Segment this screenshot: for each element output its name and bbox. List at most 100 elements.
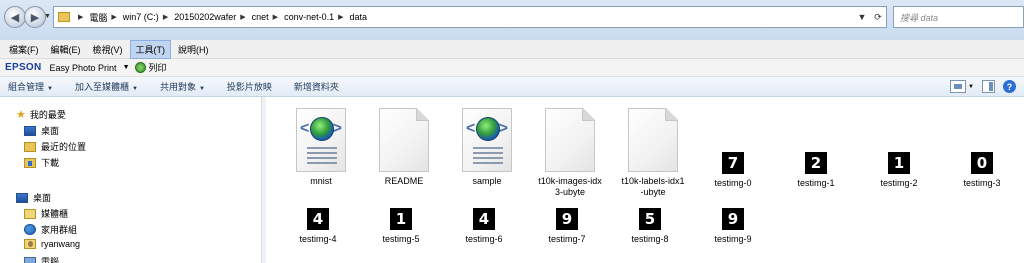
file-name: testimg-2 <box>880 178 918 188</box>
nav-item-libraries[interactable]: 媒體櫃 <box>24 207 68 220</box>
folder-icon <box>58 12 70 22</box>
image-thumbnail: 0 <box>971 152 993 174</box>
file-name-line1: t10k-labels-idx1 <box>621 176 685 186</box>
breadcrumb-item-current[interactable]: data <box>349 12 367 22</box>
print-icon <box>134 62 146 73</box>
desktop-icon <box>24 125 36 136</box>
nav-item-homegroup[interactable]: 家用群組 <box>24 223 77 236</box>
file-name-line2: 3-ubyte <box>554 187 586 197</box>
back-button[interactable]: ◀ <box>4 6 26 28</box>
menu-tools[interactable]: 工具(T) <box>129 39 171 59</box>
nav-item-computer[interactable]: 電腦 <box>24 255 59 263</box>
image-thumbnail: 4 <box>473 208 495 230</box>
organize-button[interactable]: 組合管理 ▼ <box>8 80 53 93</box>
file-item[interactable]: 1 testimg-5 <box>368 208 434 245</box>
file-item[interactable]: t10k-images-idx 3-ubyte <box>530 108 610 198</box>
breadcrumb-item[interactable]: win7 (C:) ▶ <box>123 12 174 22</box>
file-item[interactable]: 2 testimg-1 <box>783 152 849 189</box>
nav-item-desktop-fav[interactable]: 桌面 <box>24 124 59 137</box>
preview-pane-icon[interactable] <box>982 80 995 93</box>
nav-item-downloads[interactable]: 下載 <box>24 156 59 169</box>
menu-edit[interactable]: 編輯(E) <box>46 41 86 58</box>
search-placeholder: 搜尋 data <box>900 12 939 23</box>
file-list: < > mnist README < > sample t10k-images-id… <box>266 97 1024 263</box>
view-options-dropdown[interactable]: ▼ <box>968 84 974 90</box>
nav-item-recent-places[interactable]: 最近的位置 <box>24 140 86 153</box>
file-item[interactable]: 1 testimg-2 <box>866 152 932 189</box>
image-thumbnail: 1 <box>888 152 910 174</box>
file-name: testimg-8 <box>631 234 669 244</box>
nav-favorites[interactable]: ★ 我的最愛 <box>16 108 66 121</box>
image-thumbnail: 4 <box>307 208 329 230</box>
image-thumbnail: 7 <box>722 152 744 174</box>
navigation-pane: ★ 我的最愛 桌面 最近的位置 下載 桌面 媒體櫃 家用群組 ryanwang … <box>0 97 262 263</box>
share-with-button[interactable]: 共用對象 ▼ <box>160 80 205 93</box>
file-name: sample <box>472 176 502 186</box>
file-name: testimg-4 <box>299 234 337 244</box>
file-item[interactable]: 4 testimg-6 <box>451 208 517 245</box>
desktop-icon <box>16 192 28 203</box>
breadcrumb-root-chevron[interactable]: ▶ <box>74 13 89 21</box>
slide-show-button[interactable]: 投影片放映 <box>227 80 272 93</box>
html-file-icon: < > <box>462 108 512 172</box>
menu-bar: 檔案(F) 編輯(E) 檢視(V) 工具(T) 說明(H) <box>0 39 1024 59</box>
recent-pages-dropdown[interactable]: ▼ <box>44 13 51 20</box>
address-bar[interactable]: ▶ 電腦 ▶ win7 (C:) ▶ 20150202wafer ▶ cnet ▶ co… <box>53 6 887 28</box>
file-name: testimg-1 <box>797 178 835 188</box>
search-input[interactable]: 搜尋 data <box>893 6 1024 28</box>
menu-file[interactable]: 檔案(F) <box>4 41 44 58</box>
print-button[interactable]: 列印 <box>149 61 167 74</box>
file-name-line1: t10k-images-idx <box>538 176 602 186</box>
breadcrumb-item[interactable]: 電腦 ▶ <box>89 11 122 24</box>
file-item[interactable]: < > sample <box>454 108 520 187</box>
file-item[interactable]: 5 testimg-8 <box>617 208 683 245</box>
file-item[interactable]: t10k-labels-idx1 -ubyte <box>613 108 693 198</box>
file-name: testimg-3 <box>963 178 1001 188</box>
chevron-down-icon[interactable]: ▼ <box>123 64 130 71</box>
downloads-icon <box>24 157 36 168</box>
file-name: testimg-0 <box>714 178 752 188</box>
breadcrumb-item[interactable]: conv-net-0.1 ▶ <box>284 12 349 22</box>
blank-file-icon <box>379 108 429 172</box>
file-name-line2: -ubyte <box>640 187 666 197</box>
file-item[interactable]: 9 testimg-7 <box>534 208 600 245</box>
file-item[interactable]: 0 testimg-3 <box>949 152 1015 189</box>
file-item[interactable]: 7 testimg-0 <box>700 152 766 189</box>
star-icon: ★ <box>16 109 26 121</box>
file-item[interactable]: 9 testimg-9 <box>700 208 766 245</box>
address-dropdown-icon[interactable]: ▼ <box>854 12 870 22</box>
html-file-icon: < > <box>296 108 346 172</box>
refresh-icon[interactable]: ⟳ <box>870 12 886 23</box>
user-folder-icon <box>24 239 36 249</box>
menu-view[interactable]: 檢視(V) <box>88 41 128 58</box>
file-item[interactable]: < > mnist <box>288 108 354 187</box>
file-name: testimg-6 <box>465 234 503 244</box>
image-thumbnail: 9 <box>556 208 578 230</box>
blank-file-icon <box>545 108 595 172</box>
command-bar: 組合管理 ▼ 加入至媒體櫃 ▼ 共用對象 ▼ 投影片放映 新增資料夾 ▼ ? <box>0 77 1024 97</box>
address-row: ◀ ▶ ▼ ▶ 電腦 ▶ win7 (C:) ▶ 20150202wafer ▶ cn… <box>0 0 1024 40</box>
file-name: testimg-5 <box>382 234 420 244</box>
easy-photo-print-button[interactable]: Easy Photo Print <box>50 63 117 73</box>
computer-icon <box>24 256 36 263</box>
image-thumbnail: 1 <box>390 208 412 230</box>
file-item[interactable]: README <box>371 108 437 187</box>
image-thumbnail: 2 <box>805 152 827 174</box>
recent-places-icon <box>24 141 36 152</box>
libraries-icon <box>24 208 36 219</box>
help-icon[interactable]: ? <box>1003 80 1016 93</box>
homegroup-icon <box>24 224 36 235</box>
epson-logo: EPSON <box>5 62 42 73</box>
forward-button[interactable]: ▶ <box>24 6 46 28</box>
epson-toolbar: EPSON Easy Photo Print ▼ 列印 <box>0 59 1024 77</box>
menu-help[interactable]: 說明(H) <box>173 41 214 58</box>
blank-file-icon <box>628 108 678 172</box>
change-view-icon[interactable] <box>950 80 967 93</box>
include-in-library-button[interactable]: 加入至媒體櫃 ▼ <box>75 80 138 93</box>
file-item[interactable]: 4 testimg-4 <box>285 208 351 245</box>
new-folder-button[interactable]: 新增資料夾 <box>294 80 339 93</box>
nav-item-user[interactable]: ryanwang <box>24 239 80 249</box>
nav-item-desktop[interactable]: 桌面 <box>16 191 51 204</box>
breadcrumb-item[interactable]: cnet ▶ <box>252 12 284 22</box>
breadcrumb-item[interactable]: 20150202wafer ▶ <box>174 12 251 22</box>
